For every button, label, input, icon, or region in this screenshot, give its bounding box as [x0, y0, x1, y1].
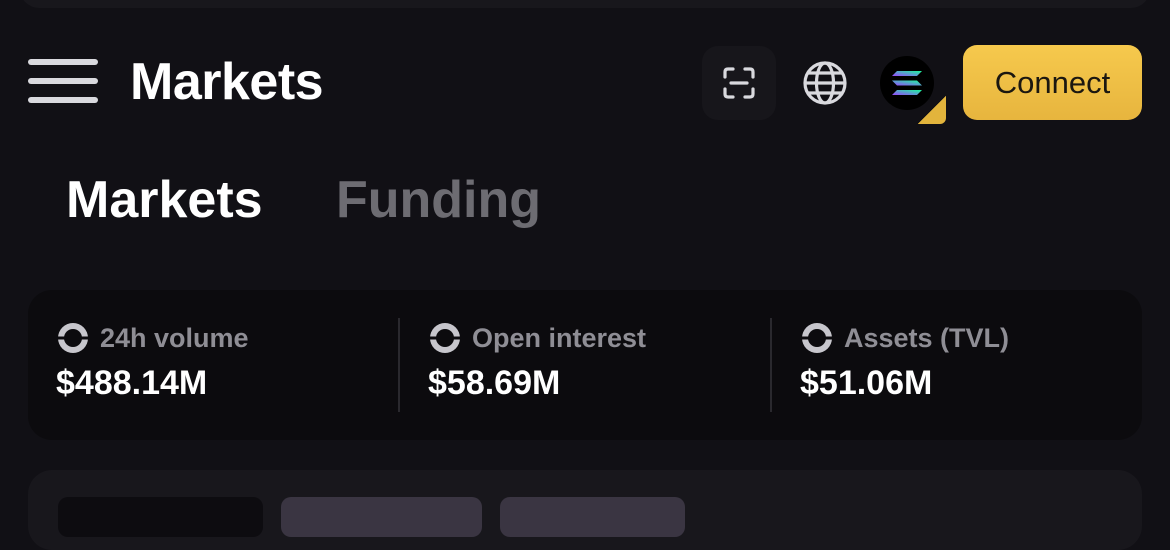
- stat-assets-tvl: Assets (TVL) $51.06M: [800, 320, 1009, 410]
- filter-chip[interactable]: [281, 497, 482, 537]
- coin-icon: [430, 323, 460, 353]
- stat-24h-volume: 24h volume $488.14M: [56, 320, 249, 410]
- stat-value: $51.06M: [800, 364, 933, 402]
- coin-icon: [58, 323, 88, 353]
- market-stats-card: 24h volume $488.14M Open interest $58.69…: [28, 290, 1142, 440]
- network-selector[interactable]: [870, 46, 948, 124]
- scan-icon: [723, 67, 755, 99]
- language-button[interactable]: [788, 46, 862, 120]
- divider: [398, 318, 400, 412]
- stat-open-interest: Open interest $58.69M: [428, 320, 646, 410]
- scan-button[interactable]: [702, 46, 776, 120]
- top-panel-edge: [20, 0, 1150, 8]
- tab-markets[interactable]: Markets: [66, 170, 263, 230]
- markets-list-panel: [28, 470, 1142, 550]
- filter-chip[interactable]: [500, 497, 685, 537]
- stat-label: 24h volume: [100, 322, 249, 353]
- tab-funding[interactable]: Funding: [336, 170, 541, 230]
- stat-value: $488.14M: [56, 364, 208, 402]
- divider: [770, 318, 772, 412]
- stat-label: Assets (TVL): [844, 322, 1010, 353]
- solana-logo-icon: [880, 56, 934, 110]
- coin-icon: [802, 323, 832, 353]
- hamburger-menu-icon[interactable]: [26, 56, 100, 106]
- filter-chip[interactable]: [58, 497, 263, 537]
- connect-wallet-button[interactable]: Connect: [963, 45, 1142, 120]
- stat-value: $58.69M: [428, 364, 561, 402]
- page-title: Markets: [130, 53, 324, 111]
- stat-label: Open interest: [472, 322, 647, 353]
- top-bar: Markets Connect: [0, 40, 1170, 124]
- globe-icon: [803, 61, 847, 105]
